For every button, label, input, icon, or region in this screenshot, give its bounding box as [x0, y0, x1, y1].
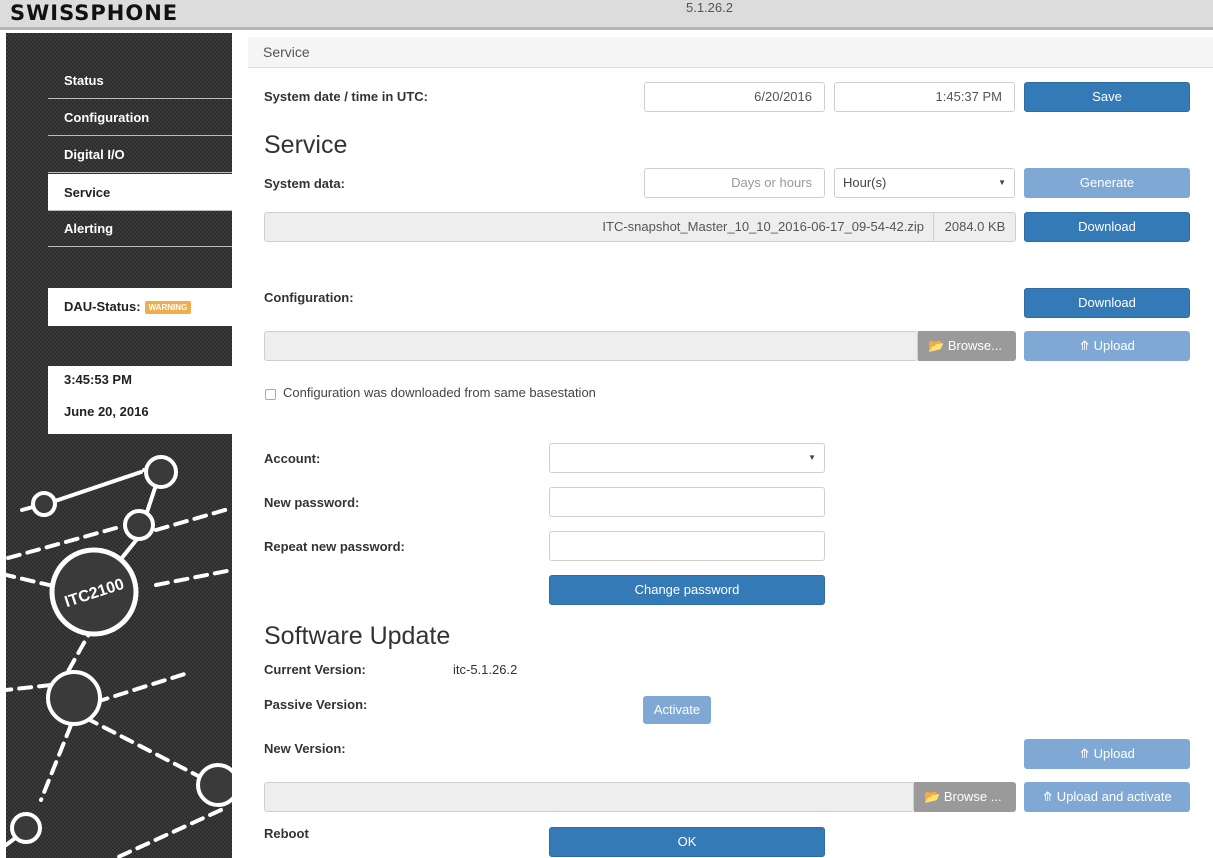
folder-open-icon: 📂: [928, 338, 945, 353]
upload-circle-icon: ⤊: [1079, 338, 1091, 353]
system-data-label: System data:: [264, 176, 345, 191]
firmware-version: 5.1.26.2: [686, 0, 733, 15]
account-label: Account:: [264, 451, 321, 466]
upload-version-button[interactable]: ⤊ Upload: [1024, 739, 1190, 769]
repeat-password-field[interactable]: [549, 531, 825, 561]
upload-label: Upload: [1093, 746, 1135, 761]
upload-and-activate-button[interactable]: ⤊ Upload and activate: [1024, 782, 1190, 812]
sidebar-item-label: Configuration: [64, 110, 150, 125]
new-password-field[interactable]: [549, 487, 825, 517]
browse-version-button[interactable]: 📂 Browse ...: [914, 782, 1016, 812]
reboot-label: Reboot: [264, 826, 309, 841]
sidebar-item-label: Digital I/O: [64, 147, 125, 162]
sidebar-item-digital-io[interactable]: Digital I/O: [48, 137, 232, 173]
version-file-field[interactable]: [264, 782, 914, 812]
configuration-label: Configuration:: [264, 290, 354, 305]
sidebar-item-label: Alerting: [64, 221, 114, 236]
browse-configuration-button[interactable]: 📂 Browse...: [918, 331, 1016, 361]
unit-select-value: Hour(s): [843, 175, 887, 190]
sidebar-item-label: Status: [64, 73, 104, 88]
snapshot-filename: ITC-snapshot_Master_10_10_2016-06-17_09-…: [602, 219, 924, 234]
passive-version-label: Passive Version:: [264, 697, 368, 712]
current-date: June 20, 2016: [64, 404, 149, 419]
service-heading: Service: [264, 131, 348, 159]
activate-button[interactable]: Activate: [643, 696, 711, 724]
account-select[interactable]: ▼: [549, 443, 825, 473]
software-update-heading: Software Update: [264, 622, 451, 650]
date-input[interactable]: 6/20/2016: [644, 82, 825, 112]
upload-activate-label: Upload and activate: [1056, 789, 1172, 804]
browse-label: Browse...: [947, 338, 1002, 353]
caret-down-icon: ▼: [998, 178, 1006, 187]
system-time-label: System date / time in UTC:: [264, 89, 428, 104]
sidebar-item-alerting[interactable]: Alerting: [48, 211, 232, 247]
status-badge: WARNING: [144, 301, 192, 315]
current-version-label: Current Version:: [264, 662, 366, 677]
snapshot-size: 2084.0 KB: [933, 212, 1016, 242]
upload-circle-icon: ⤊: [1079, 746, 1091, 761]
browse-label: Browse ...: [943, 789, 1002, 804]
dau-status: DAU-Status: WARNING: [48, 288, 232, 326]
change-password-button[interactable]: Change password: [549, 575, 825, 605]
reboot-ok-button[interactable]: OK: [549, 827, 825, 857]
upload-configuration-button[interactable]: ⤊ Upload: [1024, 331, 1190, 361]
same-basestation-label: Configuration was downloaded from same b…: [283, 385, 596, 400]
new-password-label: New password:: [264, 495, 360, 510]
upload-circle-icon: ⤊: [1042, 789, 1054, 804]
clock-panel: 3:45:53 PM June 20, 2016: [48, 366, 232, 434]
days-hours-input[interactable]: Days or hours: [644, 168, 825, 198]
folder-open-icon: 📂: [924, 789, 941, 804]
configuration-file-field[interactable]: [264, 331, 918, 361]
save-button[interactable]: Save: [1024, 82, 1190, 112]
network-illustration: ITC2100: [6, 455, 232, 858]
brand-logo: SWISSPHONE: [10, 1, 179, 25]
repeat-password-label: Repeat new password:: [264, 539, 405, 554]
sidebar-item-service[interactable]: Service: [48, 174, 232, 211]
upload-label: Upload: [1093, 338, 1135, 353]
generate-button[interactable]: Generate: [1024, 168, 1190, 198]
breadcrumb-item: Service: [263, 44, 310, 60]
current-time: 3:45:53 PM: [64, 372, 132, 387]
same-basestation-checkbox[interactable]: [265, 389, 276, 400]
sidebar-item-configuration[interactable]: Configuration: [48, 100, 232, 136]
download-configuration-button[interactable]: Download: [1024, 288, 1190, 318]
sidebar-item-status[interactable]: Status: [48, 63, 232, 99]
current-version-value: itc-5.1.26.2: [453, 662, 518, 677]
dau-status-label: DAU-Status:: [64, 299, 141, 314]
breadcrumb: Service: [248, 37, 1213, 68]
sidebar-item-label: Service: [64, 185, 111, 200]
time-input[interactable]: 1:45:37 PM: [834, 82, 1015, 112]
new-version-label: New Version:: [264, 741, 346, 756]
download-snapshot-button[interactable]: Download: [1024, 212, 1190, 242]
caret-down-icon: ▼: [808, 453, 816, 462]
top-bar: [0, 0, 1213, 30]
unit-select[interactable]: Hour(s) ▼: [834, 168, 1015, 198]
